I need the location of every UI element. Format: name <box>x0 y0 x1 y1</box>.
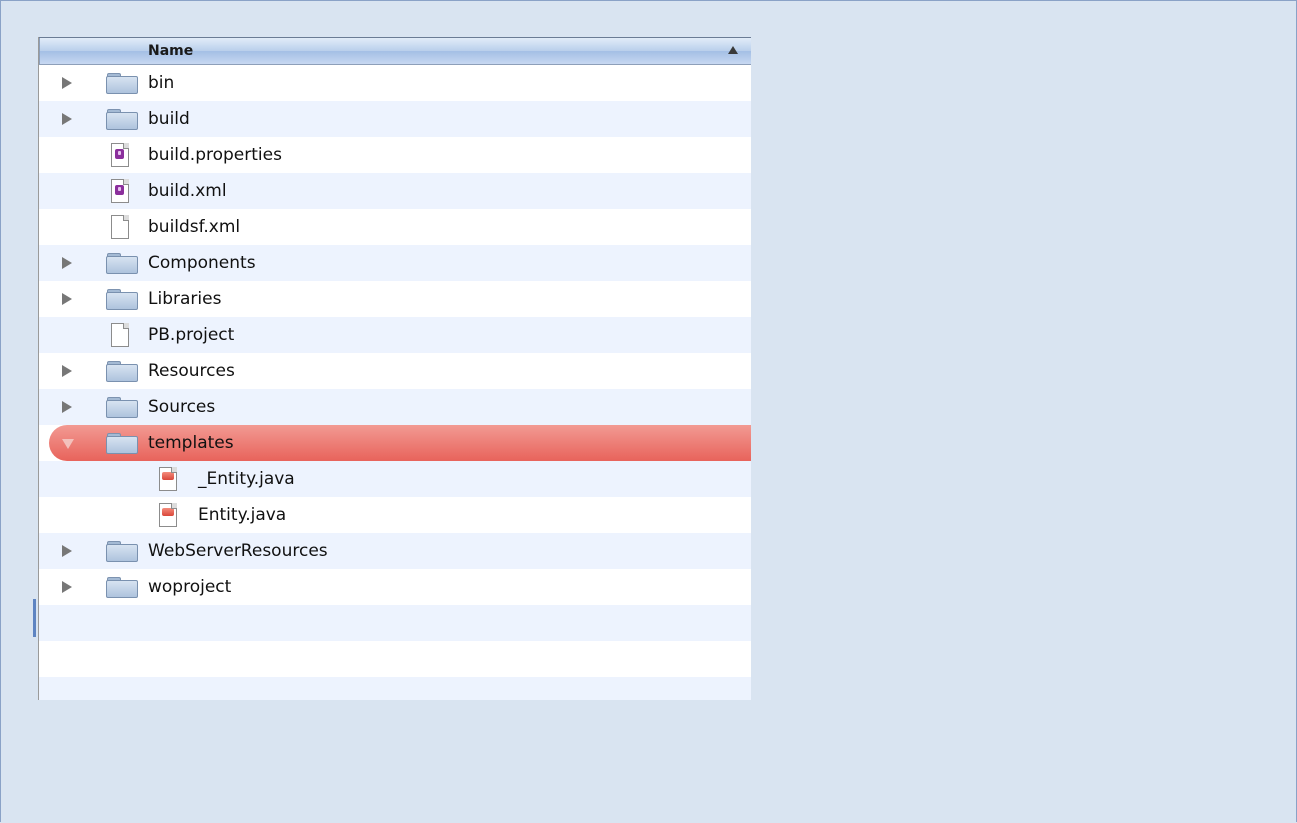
folder-icon <box>106 397 138 418</box>
folder-icon <box>106 73 138 94</box>
file-name: templates <box>148 433 234 453</box>
list-item[interactable]: Entity.java <box>39 497 751 533</box>
file-name: bin <box>148 73 175 93</box>
list-item[interactable]: build <box>39 101 751 137</box>
file-name: _Entity.java <box>198 469 295 489</box>
list-item[interactable]: Components <box>39 245 751 281</box>
file-name: woproject <box>148 577 232 597</box>
disclosure-closed-icon[interactable] <box>62 257 72 269</box>
document-icon <box>111 215 129 239</box>
file-name: build <box>148 109 190 129</box>
properties-file-icon <box>111 143 129 167</box>
file-name: Entity.java <box>198 505 287 525</box>
file-name: build.xml <box>148 181 227 201</box>
folder-icon <box>106 577 138 598</box>
list-item[interactable]: templates <box>49 425 751 461</box>
disclosure-closed-icon[interactable] <box>62 365 72 377</box>
file-name: build.properties <box>148 145 282 165</box>
document-icon <box>111 323 129 347</box>
list-item[interactable]: build.xml <box>39 173 751 209</box>
folder-icon <box>106 109 138 130</box>
disclosure-closed-icon[interactable] <box>62 77 72 89</box>
folder-icon <box>106 433 138 454</box>
empty-row <box>39 641 751 677</box>
disclosure-closed-icon[interactable] <box>62 545 72 557</box>
disclosure-closed-icon[interactable] <box>62 401 72 413</box>
column-header-name[interactable]: Name <box>148 43 193 59</box>
disclosure-closed-icon[interactable] <box>62 581 72 593</box>
scroll-indicator <box>33 599 36 637</box>
column-header[interactable]: Name <box>39 37 751 65</box>
properties-file-icon <box>111 179 129 203</box>
file-name: PB.project <box>148 325 235 345</box>
list-item[interactable]: WebServerResources <box>39 533 751 569</box>
file-name: Components <box>148 253 256 273</box>
java-file-icon <box>159 503 177 527</box>
list-item[interactable]: woproject <box>39 569 751 605</box>
list-item[interactable]: Sources <box>39 389 751 425</box>
folder-icon <box>106 253 138 274</box>
list-item[interactable]: Resources <box>39 353 751 389</box>
list-item[interactable]: build.properties <box>39 137 751 173</box>
sort-ascending-icon[interactable] <box>728 46 738 54</box>
file-name: buildsf.xml <box>148 217 241 237</box>
folder-icon <box>106 361 138 382</box>
list-item[interactable]: bin <box>39 65 751 101</box>
list-item[interactable]: _Entity.java <box>39 461 751 497</box>
list-item[interactable]: buildsf.xml <box>39 209 751 245</box>
disclosure-closed-icon[interactable] <box>62 113 72 125</box>
folder-icon <box>106 541 138 562</box>
java-file-icon <box>159 467 177 491</box>
list-item[interactable]: Libraries <box>39 281 751 317</box>
column-separator <box>39 38 40 64</box>
folder-icon <box>106 289 138 310</box>
empty-row <box>39 677 751 700</box>
file-name: WebServerResources <box>148 541 328 561</box>
list-item[interactable]: PB.project <box>39 317 751 353</box>
empty-row <box>39 605 751 641</box>
disclosure-closed-icon[interactable] <box>62 293 72 305</box>
file-browser: Name bin build build.properties build.xml bu… <box>38 37 751 700</box>
file-name: Resources <box>148 361 235 381</box>
file-name: Sources <box>148 397 216 417</box>
file-name: Libraries <box>148 289 222 309</box>
file-list: bin build build.properties build.xml buildsf… <box>39 65 751 700</box>
disclosure-open-icon[interactable] <box>62 439 74 449</box>
